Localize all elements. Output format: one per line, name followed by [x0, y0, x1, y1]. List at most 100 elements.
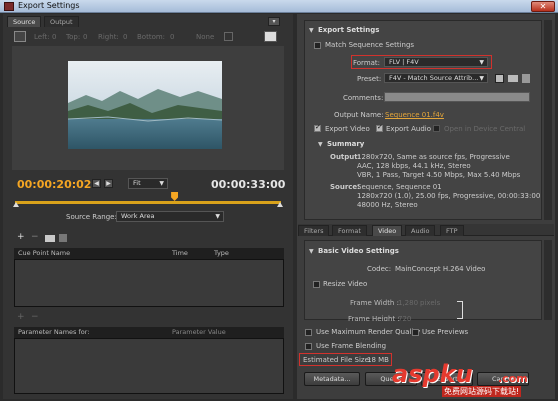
- watermark-domain: .com: [498, 372, 528, 385]
- work-area-start-icon[interactable]: [13, 202, 19, 207]
- max-render-label: Use Maximum Render Quality: [316, 328, 421, 336]
- remove-param-icon[interactable]: −: [31, 312, 39, 322]
- crop-top-value[interactable]: 0: [83, 33, 87, 41]
- work-area-end-icon[interactable]: [277, 202, 283, 207]
- zoom-value: Fit: [133, 179, 141, 187]
- folder-icon[interactable]: [45, 235, 55, 242]
- param-table-header: Parameter Names for: Parameter Value: [14, 327, 284, 338]
- tab-filters[interactable]: Filters: [298, 225, 330, 236]
- resize-video-checkbox[interactable]: [313, 281, 320, 288]
- frame-height-label: Frame Height :: [348, 315, 400, 321]
- mark-in-icon[interactable]: ◀: [92, 179, 101, 188]
- video-scrollbar[interactable]: [544, 240, 552, 320]
- close-button[interactable]: ✕: [531, 1, 555, 12]
- preview-frame: [68, 61, 222, 149]
- summary-output-line-1: 1280x720, Same as source fps, Progressiv…: [357, 153, 510, 161]
- timeline-scrubber[interactable]: [13, 192, 283, 207]
- chevron-down-icon: ▼: [215, 213, 220, 220]
- col-parameter-value: Parameter Value: [172, 328, 226, 336]
- summary-source-line-3: 48000 Hz, Stereo: [357, 201, 418, 209]
- timeline-track: [15, 201, 281, 204]
- add-param-icon[interactable]: +: [17, 312, 25, 322]
- use-previews-checkbox[interactable]: [412, 329, 419, 336]
- summary-source-line-2: 1280x720 (1.0), 25.00 fps, Progressive, …: [357, 192, 541, 200]
- col-type: Type: [214, 249, 229, 257]
- crop-icon[interactable]: [14, 31, 26, 42]
- zoom-dropdown[interactable]: Fit ▼: [128, 178, 168, 189]
- panel-menu-icon[interactable]: ▾: [268, 17, 280, 26]
- frame-height-value[interactable]: 720: [398, 315, 411, 321]
- col-cue-point-name: Cue Point Name: [18, 249, 71, 257]
- mark-out-icon[interactable]: ▶: [104, 179, 113, 188]
- tab-video[interactable]: Video: [372, 225, 403, 236]
- format-label: Format:: [353, 59, 381, 67]
- timecode-current[interactable]: 00:00:20:02: [17, 178, 91, 191]
- preset-label: Preset:: [357, 75, 382, 83]
- preset-dropdown[interactable]: F4V - Match Source Attrib... ▼: [384, 73, 488, 83]
- export-audio-label: Export Audio: [386, 125, 432, 133]
- window-title: Export Settings: [18, 1, 80, 10]
- export-video-label: Export Video: [325, 125, 370, 133]
- export-video-checkbox[interactable]: [314, 125, 321, 132]
- delete-preset-icon[interactable]: [522, 74, 530, 83]
- aspect-toggle-icon[interactable]: [264, 31, 277, 42]
- save-preset-icon[interactable]: [495, 74, 504, 83]
- source-range-dropdown[interactable]: Work Area ▼: [116, 211, 224, 222]
- frame-blending-label: Use Frame Blending: [316, 342, 387, 350]
- add-cue-icon[interactable]: +: [17, 233, 27, 243]
- import-preset-icon[interactable]: [508, 75, 518, 82]
- crop-bottom-label: Bottom:: [137, 33, 166, 41]
- file-size-label: Estimated File Size:: [303, 356, 372, 364]
- col-time: Time: [172, 249, 188, 257]
- max-render-checkbox[interactable]: [305, 329, 312, 336]
- output-name-label: Output Name:: [334, 111, 384, 119]
- summary-toggle-icon[interactable]: ▼: [318, 141, 323, 148]
- playhead-icon[interactable]: [171, 192, 179, 201]
- summary-source-line-1: Sequence, Sequence 01: [357, 183, 442, 191]
- metadata-button[interactable]: Metadata...: [304, 372, 360, 386]
- output-name-link[interactable]: Sequence 01.f4v: [385, 111, 444, 119]
- open-device-central-checkbox[interactable]: [433, 125, 440, 132]
- use-previews-label: Use Previews: [422, 328, 469, 336]
- match-sequence-checkbox[interactable]: [314, 42, 321, 49]
- export-audio-checkbox[interactable]: [376, 125, 383, 132]
- tab-ftp[interactable]: FTP: [440, 225, 464, 236]
- cue-toolbar: + −: [14, 232, 284, 244]
- app-icon: [4, 2, 14, 11]
- basic-video-title: Basic Video Settings: [318, 247, 399, 255]
- crop-bottom-value[interactable]: 0: [170, 33, 174, 41]
- remove-cue-icon[interactable]: −: [31, 233, 41, 243]
- codec-value[interactable]: MainConcept H.264 Video: [395, 265, 485, 273]
- param-table-body[interactable]: [14, 338, 284, 394]
- save-cue-icon[interactable]: [59, 234, 67, 242]
- export-settings-toggle-icon[interactable]: ▼: [309, 27, 314, 34]
- frame-blending-checkbox[interactable]: [305, 343, 312, 350]
- tab-audio[interactable]: Audio: [405, 225, 436, 236]
- cue-table-header: Cue Point Name Time Type: [14, 248, 284, 259]
- crop-top-label: Top:: [66, 33, 81, 41]
- tab-source[interactable]: Source: [7, 16, 42, 27]
- summary-output-line-2: AAC, 128 kbps, 44.1 kHz, Stereo: [357, 162, 471, 170]
- format-dropdown[interactable]: FLV | F4V ▼: [384, 57, 488, 67]
- tab-format[interactable]: Format: [332, 225, 367, 236]
- crop-toolbar: Left: 0 Top: 0 Right: 0 Bottom: 0 None: [12, 30, 284, 43]
- summary-title: Summary: [327, 140, 365, 148]
- link-dimensions-icon[interactable]: [457, 301, 463, 319]
- timecode-total: 00:00:33:00: [211, 178, 286, 191]
- frame-width-value[interactable]: 1,280: [398, 299, 418, 307]
- crop-ratio-dropdown[interactable]: None: [196, 33, 214, 41]
- cue-table-body[interactable]: [14, 259, 284, 307]
- crop-ratio-icon[interactable]: [224, 32, 233, 41]
- frame-width-unit: pixels: [420, 299, 441, 307]
- watermark-tagline: 免费网站源码下载站!: [442, 386, 522, 397]
- crop-left-value[interactable]: 0: [52, 33, 56, 41]
- tab-output[interactable]: Output: [44, 16, 79, 27]
- watermark-brand: aspku: [392, 360, 473, 388]
- param-toolbar: + −: [14, 312, 284, 324]
- settings-scrollbar[interactable]: [544, 20, 552, 220]
- basic-video-toggle-icon[interactable]: ▼: [309, 248, 314, 255]
- preset-value: F4V - Match Source Attrib...: [389, 74, 479, 82]
- comments-input[interactable]: [384, 92, 530, 102]
- col-parameter-names: Parameter Names for:: [18, 328, 90, 336]
- crop-right-value[interactable]: 0: [123, 33, 127, 41]
